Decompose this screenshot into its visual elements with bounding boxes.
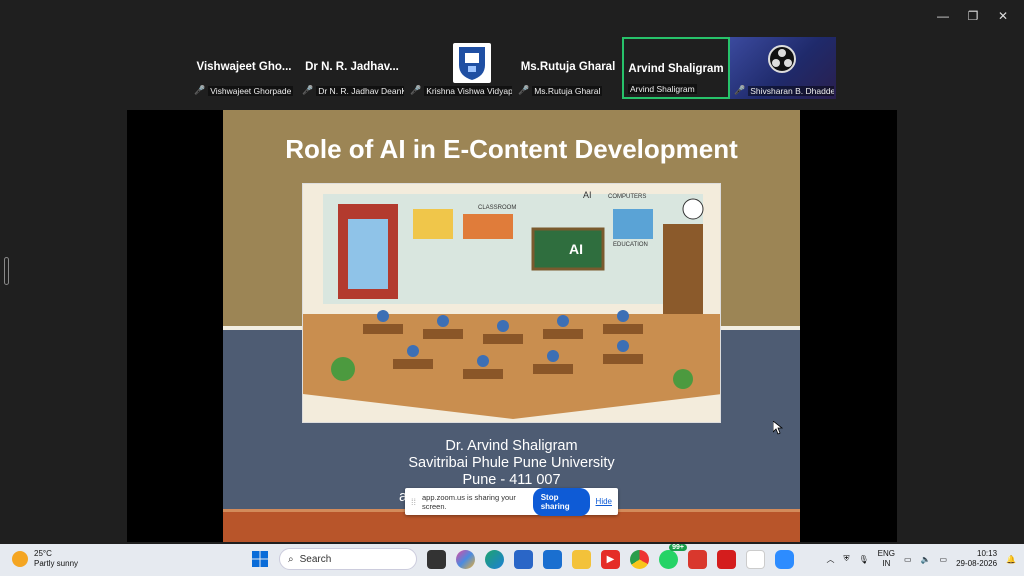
- illustration-label: COMPUTERS: [608, 194, 646, 200]
- taskbar-search-input[interactable]: ⌕ Search: [279, 548, 417, 570]
- mic-muted-icon: 🎤: [734, 85, 746, 95]
- mic-muted-icon: 🎤: [194, 85, 206, 95]
- taskbar: 25°C Partly sunny ⌕ Search ▶ 99+ ︿ ⛨ 🎙 E…: [0, 543, 1024, 576]
- minimize-button[interactable]: —: [928, 6, 958, 26]
- illustration-label: EDUCATION: [613, 242, 648, 248]
- microphone-icon[interactable]: 🎙: [859, 555, 869, 564]
- task-view-icon[interactable]: [427, 549, 446, 569]
- chrome-icon[interactable]: [630, 549, 649, 569]
- participant-tile[interactable]: Ms.Rutuja Gharal 🎤 Ms.Rutuja Gharal: [514, 37, 622, 99]
- participant-name: Ms.Rutuja Gharal: [520, 61, 616, 73]
- participant-tile-active-speaker[interactable]: Arvind Shaligram Arvind Shaligram: [622, 37, 730, 99]
- network-icon[interactable]: ▭: [904, 555, 912, 564]
- clock-time: 10:13: [977, 549, 998, 558]
- participant-name: Arvind Shaligram: [628, 63, 724, 75]
- partly-sunny-icon: [12, 551, 28, 567]
- language-indicator[interactable]: ENG IN: [878, 549, 895, 569]
- weather-widget[interactable]: 25°C Partly sunny: [12, 549, 78, 569]
- shared-screen: Role of AI in E-Content Development AI C…: [127, 110, 897, 542]
- system-tray: ︿ ⛨ 🎙 ENG IN ▭ 🔈 ▭ 10:13 29-08-2026 🔔: [827, 549, 1016, 569]
- author-name: Dr. Arvind Shaligram: [445, 438, 578, 454]
- chevron-up-icon[interactable]: ︿: [827, 554, 835, 565]
- weather-desc: Partly sunny: [34, 559, 79, 568]
- drag-handle-icon[interactable]: ⁞⁞: [411, 497, 416, 507]
- zoom-icon[interactable]: [775, 549, 794, 569]
- participant-label: Dr N. R. Jadhav DeanKIP: [316, 85, 404, 96]
- clock[interactable]: 10:13 29-08-2026: [956, 549, 997, 569]
- participant-label: Shivsharan B. Dhadde: [748, 85, 834, 96]
- lang-region: IN: [882, 559, 891, 568]
- close-button[interactable]: ✕: [988, 6, 1018, 26]
- mic-muted-icon: 🎤: [302, 85, 314, 95]
- illustration-label: AI: [583, 190, 592, 200]
- mic-muted-icon: 🎤: [410, 85, 422, 95]
- copilot-icon[interactable]: [456, 549, 475, 569]
- side-panel-handle[interactable]: [4, 257, 9, 285]
- screen-share-toast: ⁞⁞ app.zoom.us is sharing your screen. S…: [405, 487, 618, 516]
- participant-label: Ms.Rutuja Gharal: [532, 85, 603, 96]
- battery-icon[interactable]: ▭: [940, 555, 948, 564]
- outlook-icon[interactable]: [543, 549, 562, 569]
- slide-footer-band: [223, 512, 800, 542]
- windows-start-icon[interactable]: [250, 550, 269, 569]
- mic-muted-icon: 🎤: [518, 85, 530, 95]
- lang-code: ENG: [877, 549, 896, 558]
- store-icon[interactable]: [514, 549, 533, 569]
- obs-logo-icon: [768, 45, 796, 73]
- stop-sharing-button[interactable]: Stop sharing: [532, 487, 590, 516]
- participant-gallery: Vishwajeet Gho... 🎤 Vishwajeet Ghorpade D…: [190, 37, 836, 99]
- search-icon: ⌕: [288, 553, 294, 565]
- tool-icon[interactable]: [746, 549, 765, 569]
- edge-icon[interactable]: [485, 549, 504, 569]
- participant-name: Dr N. R. Jadhav...: [305, 61, 399, 73]
- notifications-icon[interactable]: 🔔: [1006, 555, 1016, 564]
- window-controls: — ❐ ✕: [928, 6, 1018, 26]
- participant-tile[interactable]: 🎤 Shivsharan B. Dhadde: [730, 37, 836, 99]
- notification-badge: 99+: [669, 543, 687, 551]
- participant-tile[interactable]: Dr N. R. Jadhav... 🎤 Dr N. R. Jadhav Dean…: [298, 37, 406, 99]
- author-affiliation: Savitribai Phule Pune University: [408, 455, 615, 471]
- participant-tile[interactable]: 🎤 Krishna Vishwa Vidyap...: [406, 37, 514, 99]
- participant-name: Vishwajeet Gho...: [196, 61, 292, 73]
- classroom-illustration: AI CLASSROOM AI COMPUTERS EDUCATION: [302, 183, 721, 423]
- security-icon[interactable]: ⛨: [844, 554, 850, 564]
- app-icon-red[interactable]: [688, 549, 707, 569]
- illustration-label: AI: [569, 241, 583, 257]
- clock-date: 29-08-2026: [956, 559, 998, 568]
- weather-temp: 25°C: [34, 549, 52, 558]
- presentation-slide: Role of AI in E-Content Development AI C…: [223, 110, 800, 542]
- participant-label: Arvind Shaligram: [628, 84, 697, 94]
- file-explorer-icon[interactable]: [572, 549, 591, 569]
- share-message: app.zoom.us is sharing your screen.: [422, 492, 516, 511]
- hide-link[interactable]: Hide: [596, 497, 612, 506]
- illustration-label: CLASSROOM: [478, 205, 516, 211]
- volume-icon[interactable]: 🔈: [921, 555, 931, 564]
- slide-title: Role of AI in E-Content Development: [285, 134, 738, 164]
- author-address: Pune - 411 007: [462, 472, 561, 488]
- whatsapp-icon[interactable]: 99+: [659, 543, 687, 569]
- youtube-icon[interactable]: ▶: [601, 549, 620, 569]
- pdf-reader-icon[interactable]: [717, 549, 736, 569]
- participant-label: Vishwajeet Ghorpade: [208, 85, 294, 96]
- kvv-logo-icon: [453, 43, 491, 83]
- participant-label: Krishna Vishwa Vidyap...: [424, 85, 512, 96]
- participant-tile[interactable]: Vishwajeet Gho... 🎤 Vishwajeet Ghorpade: [190, 37, 298, 99]
- search-placeholder: Search: [299, 553, 332, 565]
- taskbar-apps: ⌕ Search ▶ 99+: [250, 543, 794, 570]
- restore-button[interactable]: ❐: [958, 6, 988, 26]
